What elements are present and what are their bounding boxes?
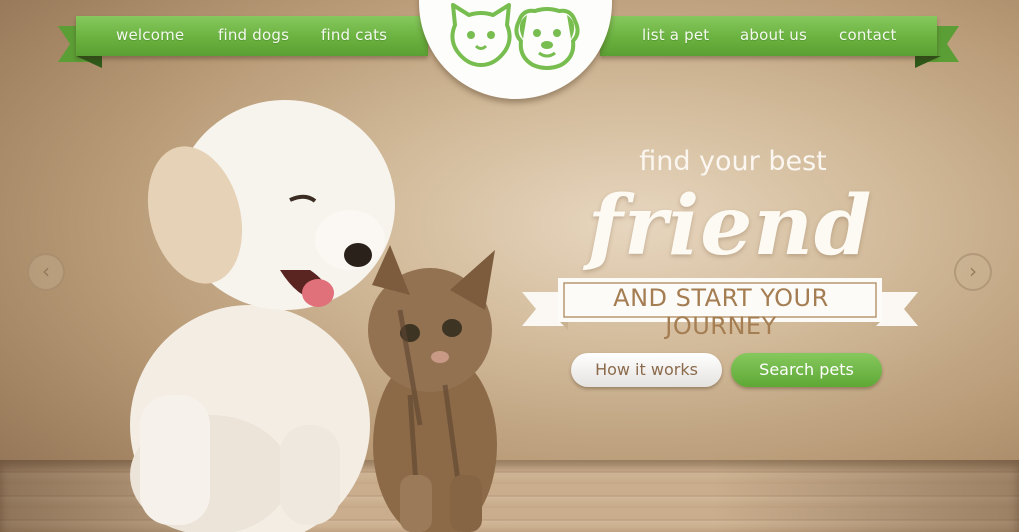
chevron-right-icon: › xyxy=(969,259,977,283)
hero-line1: find your best xyxy=(639,146,827,177)
slider-next-button[interactable]: › xyxy=(954,253,992,291)
nav-find-dogs[interactable]: find dogs xyxy=(218,26,289,44)
nav-contact[interactable]: contact xyxy=(839,26,897,44)
search-pets-button[interactable]: Search pets xyxy=(731,353,882,387)
slider-prev-button[interactable]: ‹ xyxy=(27,253,65,291)
chevron-left-icon: ‹ xyxy=(42,259,50,283)
nav-bar-left: welcome find dogs find cats xyxy=(76,16,428,56)
cat-and-dog-logo-icon xyxy=(450,3,580,70)
puppy-and-kitten-image xyxy=(130,100,497,532)
nav-find-cats[interactable]: find cats xyxy=(321,26,387,44)
nav-bar-right: list a pet about us contact xyxy=(600,16,937,56)
hero-background: welcome find dogs find cats list a pet a… xyxy=(0,0,1019,532)
nav-list-a-pet[interactable]: list a pet xyxy=(642,26,709,44)
hero-banner-text: AND START YOUR JOURNEY xyxy=(613,284,829,340)
hero-title: friend xyxy=(587,178,873,274)
how-it-works-button[interactable]: How it works xyxy=(571,353,722,387)
nav-about-us[interactable]: about us xyxy=(740,26,807,44)
site-logo[interactable] xyxy=(419,0,612,99)
nav-welcome[interactable]: welcome xyxy=(116,26,184,44)
